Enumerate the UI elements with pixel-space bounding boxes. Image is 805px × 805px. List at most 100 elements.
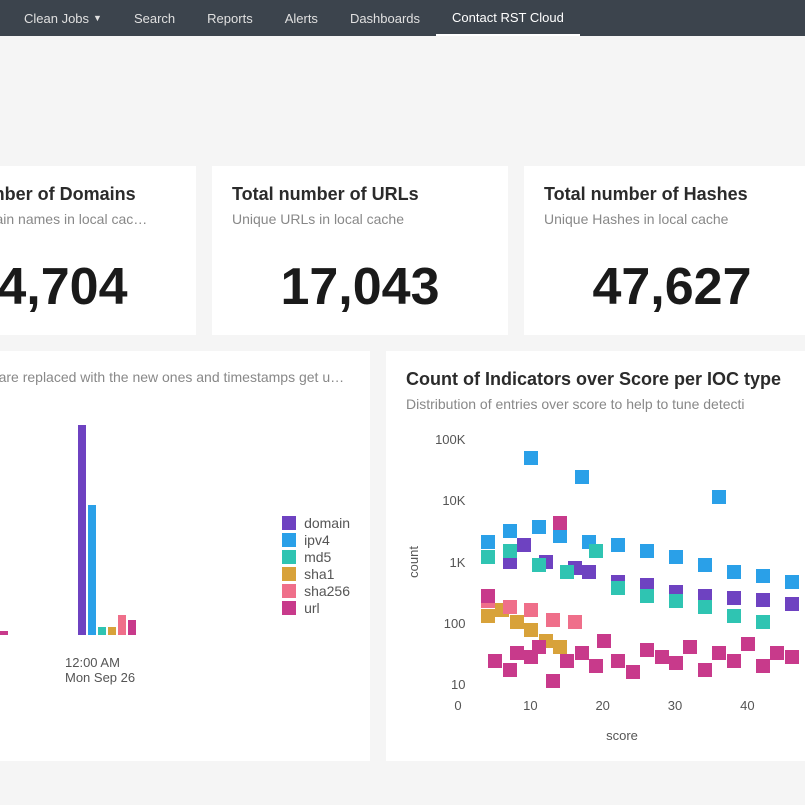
scatter-point-url [640,643,654,657]
scatter-point-ipv4 [669,550,683,564]
scatter-point-md5 [640,589,654,603]
legend-label: sha1 [304,566,334,582]
scatter-point-md5 [727,609,741,623]
swatch-icon [282,550,296,564]
x-axis: 010203040 [458,692,798,732]
card-subtitle: Unique URLs in local cache [232,211,488,227]
x-tick-1: 12:00 AM Mon Sep 26 [65,655,135,685]
bar-group-1 [78,425,136,635]
nav-item-clean-jobs[interactable]: Clean Jobs▼ [8,0,118,36]
scatter-point-ipv4 [712,490,726,504]
scatter-point-url [626,665,640,679]
scatter-point-md5 [481,550,495,564]
y-axis: 100K 10K 1K 100 10 [425,432,473,692]
scatter-point-url [532,640,546,654]
nav-item-search[interactable]: Search [118,0,191,36]
legend-item-md5[interactable]: md5 [282,549,350,565]
x-tick: 40 [740,698,754,713]
legend: domainipv4md5sha1sha256url [282,515,350,617]
scatter-point-md5 [589,544,603,558]
scatter-point-url [698,663,712,677]
scatter-point-url [611,654,625,668]
card-value: 17,043 [232,257,488,317]
scatter-point-sha1 [553,640,567,654]
scatter-point-md5 [560,565,574,579]
swatch-icon [282,567,296,581]
nav-item-reports[interactable]: Reports [191,0,269,36]
scatter-point-url [683,640,697,654]
scatter-point-url [546,674,560,688]
legend-label: ipv4 [304,532,330,548]
swatch-icon [282,533,296,547]
legend-label: md5 [304,549,331,565]
scatter-point-md5 [503,544,517,558]
y-tick: 10 [425,677,465,692]
stat-card-0: Total number of Domains Unique domain na… [0,166,196,335]
scatter-point-domain [582,565,596,579]
legend-label: domain [304,515,350,531]
scatter-point-url [741,637,755,651]
card-title: Total number of URLs [232,184,488,205]
nav-item-dashboards[interactable]: Dashboards [334,0,436,36]
scatter-point-sha1 [524,623,538,637]
x-tick: 20 [595,698,609,713]
scatter-point-ipv4 [698,558,712,572]
card-title: Total number of Domains [0,184,176,205]
y-tick: 100 [425,616,465,631]
scatter-point-ipv4 [611,538,625,552]
chart-right-title: Count of Indicators over Score per IOC t… [406,369,786,390]
legend-item-domain[interactable]: domain [282,515,350,531]
scatter-point-ipv4 [575,470,589,484]
x-tick: 30 [668,698,682,713]
scatter-point-ipv4 [503,524,517,538]
scatter-point-ipv4 [481,535,495,549]
scatter-point-sha1 [510,615,524,629]
scatter-point-ipv4 [727,565,741,579]
card-subtitle: Unique Hashes in local cache [544,211,800,227]
scatter-point-domain [756,593,770,607]
top-nav: Clean Jobs▼SearchReportsAlertsDashboards… [0,0,805,36]
scatter-point-ipv4 [785,575,799,589]
scatter-point-domain [517,538,531,552]
chart-left-subtitle: Existing IoC are replaced with the new o… [0,369,350,385]
stat-card-2: Total number of Hashes Unique Hashes in … [524,166,805,335]
scatter-point-domain [727,591,741,605]
scatter-point-sha256 [503,600,517,614]
nav-item-alerts[interactable]: Alerts [269,0,334,36]
scatter-point-url [712,646,726,660]
scatter-point-url [727,654,741,668]
scatter-point-ipv4 [532,520,546,534]
swatch-icon [282,584,296,598]
legend-item-url[interactable]: url [282,600,350,616]
scatter-point-url [597,634,611,648]
scatter-point-domain [785,597,799,611]
scatter-point-md5 [698,600,712,614]
scatter-point-url [589,659,603,673]
stat-cards-row: Total number of Domains Unique domain na… [0,166,805,351]
scatter-point-ipv4 [640,544,654,558]
scatter-point-md5 [756,615,770,629]
scatter-point-url [560,654,574,668]
scatter-point-md5 [611,581,625,595]
legend-item-sha256[interactable]: sha256 [282,583,350,599]
x-tick: 0 [454,698,461,713]
card-value: 47,627 [544,257,800,317]
bar-group-0 [0,631,8,635]
swatch-icon [282,516,296,530]
scatter-point-url [510,646,524,660]
nav-item-contact-rst-cloud[interactable]: Contact RST Cloud [436,0,580,36]
scatter-plot [473,432,786,692]
y-tick: 1K [425,555,465,570]
y-tick: 100K [425,432,465,447]
legend-item-sha1[interactable]: sha1 [282,566,350,582]
scatter-point-url [575,646,589,660]
y-tick: 10K [425,493,465,508]
legend-item-ipv4[interactable]: ipv4 [282,532,350,548]
scatter-point-sha256 [546,613,560,627]
legend-label: url [304,600,320,616]
scatter-point-url [669,656,683,670]
scatter-point-md5 [532,558,546,572]
scatter-point-url [785,650,799,664]
y-axis-title: count [406,546,425,578]
scatter-point-url [756,659,770,673]
